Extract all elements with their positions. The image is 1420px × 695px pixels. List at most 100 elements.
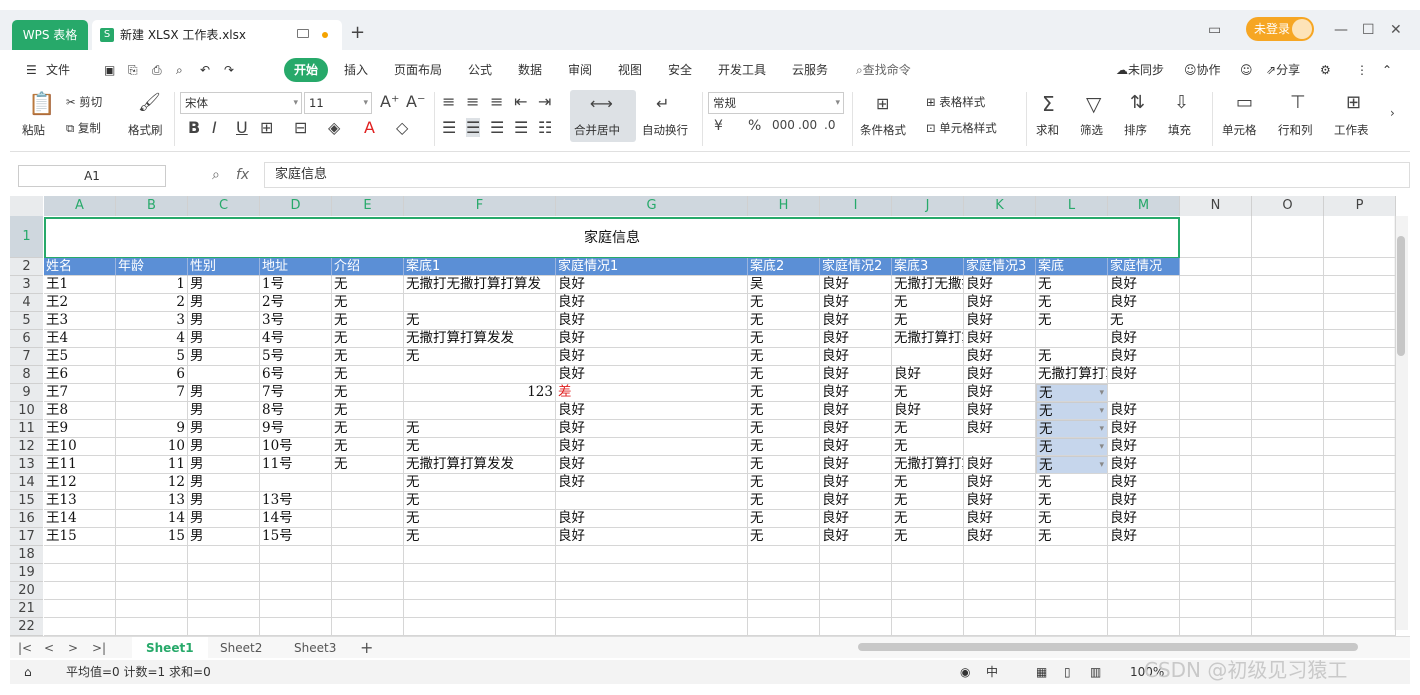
- empty-cell[interactable]: [1180, 618, 1252, 636]
- menu-security[interactable]: 安全: [668, 58, 692, 82]
- column-header[interactable]: G: [556, 196, 748, 216]
- table-cell[interactable]: 王6: [44, 366, 116, 384]
- table-cell[interactable]: [556, 492, 748, 510]
- empty-cell[interactable]: [1180, 258, 1252, 276]
- table-style-button[interactable]: ⊞ 表格样式: [926, 94, 985, 110]
- worksheet-button[interactable]: 工作表: [1334, 122, 1369, 138]
- table-cell[interactable]: 无: [332, 276, 404, 294]
- table-cell[interactable]: 良好: [820, 384, 892, 402]
- empty-cell[interactable]: [1180, 348, 1252, 366]
- empty-cell[interactable]: [1108, 546, 1180, 564]
- empty-cell[interactable]: [116, 564, 188, 582]
- table-cell[interactable]: 良好: [556, 366, 748, 384]
- zoom-search-icon[interactable]: ⌕: [212, 167, 220, 183]
- empty-cell[interactable]: [1180, 564, 1252, 582]
- empty-cell[interactable]: [404, 582, 556, 600]
- empty-cell[interactable]: [188, 546, 260, 564]
- table-header-cell[interactable]: 案底1: [404, 258, 556, 276]
- indent-decrease-icon[interactable]: ⇤: [514, 92, 527, 111]
- table-cell[interactable]: 良好: [820, 330, 892, 348]
- table-cell[interactable]: 王14: [44, 510, 116, 528]
- empty-cell[interactable]: [1180, 600, 1252, 618]
- login-button[interactable]: 未登录: [1246, 17, 1314, 41]
- empty-cell[interactable]: [1180, 546, 1252, 564]
- eye-protection-icon[interactable]: ◉: [960, 660, 970, 684]
- empty-cell[interactable]: [116, 582, 188, 600]
- empty-cell[interactable]: [1180, 582, 1252, 600]
- table-cell[interactable]: 15号: [260, 528, 332, 546]
- table-cell[interactable]: 7: [116, 384, 188, 402]
- sort-button[interactable]: 排序: [1124, 122, 1147, 138]
- row-header[interactable]: 6: [10, 330, 43, 348]
- empty-cell[interactable]: [748, 618, 820, 636]
- table-cell[interactable]: 无: [332, 366, 404, 384]
- table-cell[interactable]: [332, 474, 404, 492]
- empty-cell[interactable]: [44, 564, 116, 582]
- name-box[interactable]: A1: [18, 165, 166, 187]
- table-cell[interactable]: [404, 402, 556, 420]
- table-cell[interactable]: 良好: [1108, 420, 1180, 438]
- empty-cell[interactable]: [1180, 528, 1252, 546]
- input-language[interactable]: 中: [986, 660, 998, 684]
- empty-cell[interactable]: [332, 564, 404, 582]
- fill-icon[interactable]: ⇩: [1174, 92, 1189, 113]
- collaborate-button[interactable]: ☺协作: [1184, 58, 1221, 82]
- preview-icon[interactable]: ⌕: [176, 58, 183, 82]
- table-cell[interactable]: 无: [404, 492, 556, 510]
- table-cell[interactable]: 良好: [964, 456, 1036, 474]
- empty-cell[interactable]: [1180, 456, 1252, 474]
- empty-cell[interactable]: [1252, 216, 1324, 258]
- table-cell[interactable]: 无: [332, 438, 404, 456]
- empty-cell[interactable]: [964, 600, 1036, 618]
- row-header[interactable]: 2: [10, 258, 43, 276]
- table-cell[interactable]: 无: [748, 438, 820, 456]
- merged-title-cell[interactable]: 家庭信息: [44, 217, 1180, 259]
- table-cell[interactable]: 无: [1036, 294, 1108, 312]
- table-cell[interactable]: 良好: [820, 312, 892, 330]
- table-cell[interactable]: 吴: [748, 276, 820, 294]
- empty-cell[interactable]: [1252, 564, 1324, 582]
- table-cell[interactable]: 15: [116, 528, 188, 546]
- row-header[interactable]: 1: [10, 216, 43, 258]
- empty-cell[interactable]: [1324, 600, 1396, 618]
- font-size-select[interactable]: 11: [304, 92, 372, 114]
- empty-cell[interactable]: [1180, 216, 1252, 258]
- table-cell[interactable]: 男: [188, 348, 260, 366]
- sum-icon[interactable]: Σ: [1042, 92, 1055, 116]
- table-cell[interactable]: 无: [748, 348, 820, 366]
- empty-cell[interactable]: [116, 600, 188, 618]
- align-right-icon[interactable]: ☰: [490, 118, 504, 137]
- vertical-scrollbar[interactable]: [1394, 216, 1408, 630]
- table-cell[interactable]: 无: [748, 312, 820, 330]
- table-cell[interactable]: 无: [892, 528, 964, 546]
- empty-cell[interactable]: [44, 546, 116, 564]
- align-left-icon[interactable]: ☰: [442, 118, 456, 137]
- table-cell[interactable]: 2: [116, 294, 188, 312]
- table-cell[interactable]: 良好: [964, 384, 1036, 402]
- table-cell[interactable]: 无: [404, 528, 556, 546]
- table-cell[interactable]: 无: [404, 312, 556, 330]
- wrap-text-button[interactable]: 自动换行: [642, 122, 688, 138]
- empty-cell[interactable]: [1180, 384, 1252, 402]
- empty-cell[interactable]: [188, 582, 260, 600]
- next-sheet-icon[interactable]: >: [64, 637, 82, 659]
- table-cell[interactable]: [892, 348, 964, 366]
- table-cell[interactable]: 无撒打算打算发发: [892, 330, 964, 348]
- empty-cell[interactable]: [1252, 492, 1324, 510]
- empty-cell[interactable]: [1252, 474, 1324, 492]
- distribute-icon[interactable]: ☷: [538, 118, 552, 137]
- row-col-icon[interactable]: ⊤: [1290, 92, 1306, 113]
- empty-cell[interactable]: [1324, 618, 1396, 636]
- table-cell[interactable]: 良好: [556, 276, 748, 294]
- font-name-select[interactable]: 宋体: [180, 92, 302, 114]
- document-tab[interactable]: S 新建 XLSX 工作表.xlsx: [92, 20, 342, 50]
- table-cell[interactable]: 良好: [820, 366, 892, 384]
- thousands-icon[interactable]: 000: [772, 118, 795, 132]
- table-cell[interactable]: 9号: [260, 420, 332, 438]
- column-header[interactable]: J: [892, 196, 964, 216]
- column-header[interactable]: I: [820, 196, 892, 216]
- table-cell[interactable]: 123: [404, 384, 556, 402]
- table-cell[interactable]: 王1: [44, 276, 116, 294]
- table-cell[interactable]: 男: [188, 528, 260, 546]
- table-cell[interactable]: [332, 528, 404, 546]
